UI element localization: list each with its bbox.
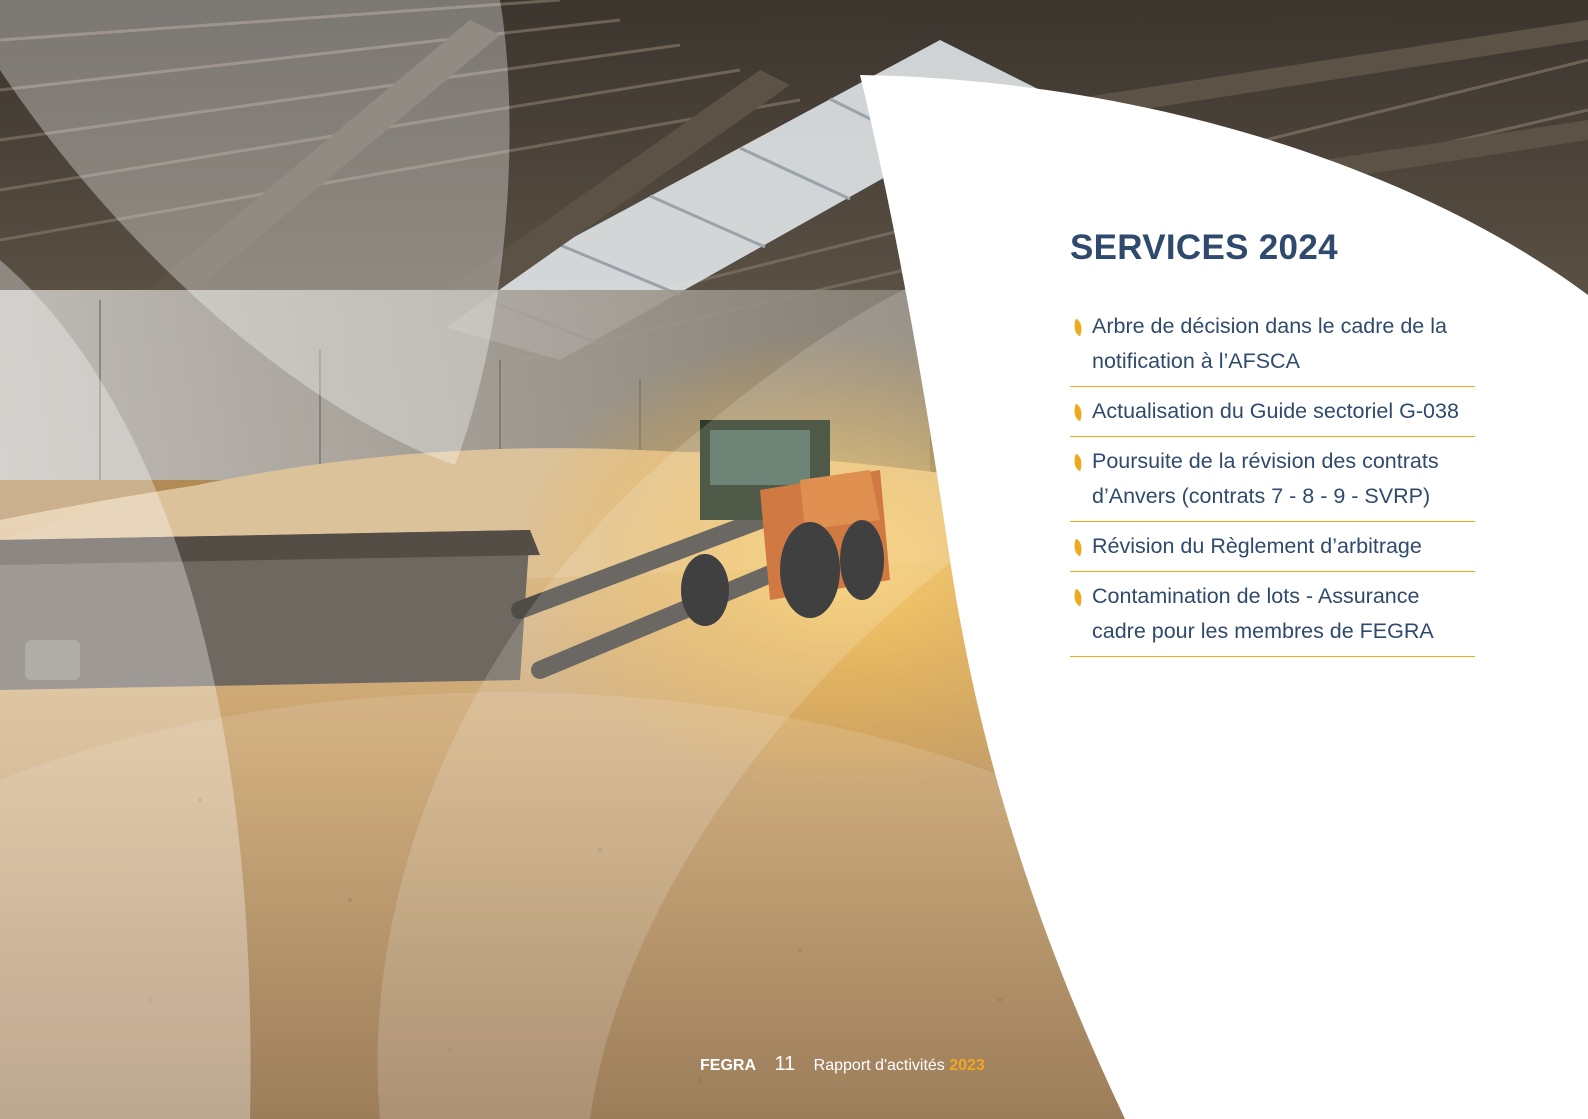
footer-report-label: Rapport d'activités: [813, 1057, 945, 1074]
leaf-bullet-icon: [1070, 318, 1086, 337]
services-item-text: Contamination de lots - Assurance cadre …: [1092, 584, 1434, 643]
leaf-bullet-icon: [1070, 403, 1086, 422]
services-item-text: Arbre de décision dans le cadre de la no…: [1092, 314, 1447, 373]
footer-year: 2023: [949, 1057, 985, 1074]
services-item-text: Actualisation du Guide sectoriel G-038: [1092, 399, 1459, 423]
leaf-bullet-icon: [1070, 538, 1086, 557]
services-title: SERVICES 2024: [1070, 228, 1338, 267]
footer-brand: FEGRA: [700, 1057, 756, 1074]
leaf-bullet-icon: [1070, 588, 1086, 607]
leaf-bullet-icon: [1070, 453, 1086, 472]
services-list-item: Actualisation du Guide sectoriel G-038: [1070, 387, 1475, 437]
services-list: Arbre de décision dans le cadre de la no…: [1070, 302, 1475, 657]
services-list-item: Arbre de décision dans le cadre de la no…: [1070, 302, 1475, 387]
report-page: SERVICES 2024 Arbre de décision dans le …: [0, 0, 1588, 1119]
services-item-text: Poursuite de la révision des contrats d’…: [1092, 449, 1439, 508]
page-footer: FEGRA 11 Rapport d'activités 2023: [700, 1053, 985, 1076]
services-list-item: Poursuite de la révision des contrats d’…: [1070, 437, 1475, 522]
page-number: 11: [774, 1053, 796, 1075]
services-list-item: Révision du Règlement d’arbitrage: [1070, 522, 1475, 572]
services-item-text: Révision du Règlement d’arbitrage: [1092, 534, 1422, 558]
services-list-item: Contamination de lots - Assurance cadre …: [1070, 572, 1475, 657]
